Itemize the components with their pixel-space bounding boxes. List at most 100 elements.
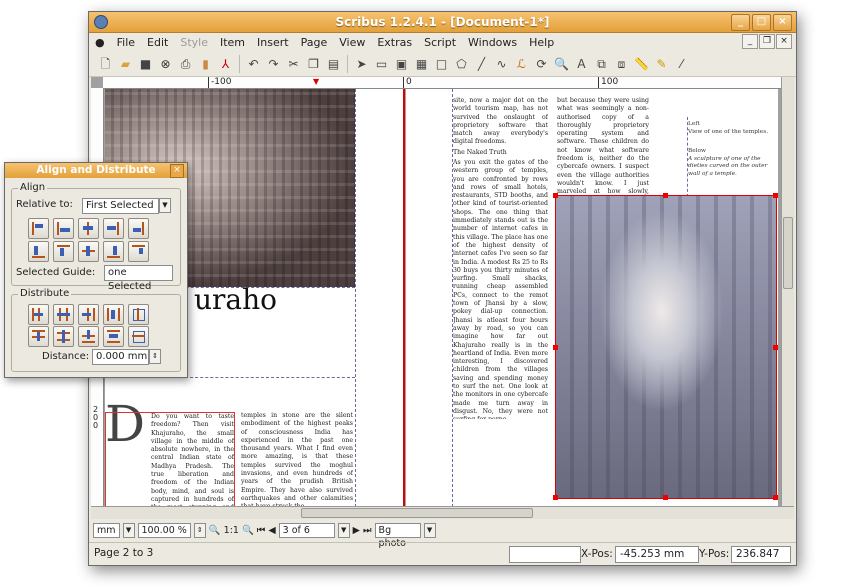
freehand-icon[interactable]: ℒ <box>513 56 530 73</box>
last-page-icon[interactable]: ⏭ <box>363 525 372 536</box>
text-column-1[interactable]: Do you want to taste freedom? Then visit… <box>105 412 235 507</box>
menu-style[interactable]: Style <box>174 36 214 49</box>
resize-handle[interactable] <box>553 495 558 500</box>
chevron-down-icon[interactable]: ▼ <box>159 198 171 213</box>
copy-properties-icon[interactable]: ✎ <box>653 56 670 73</box>
selected-guide-field[interactable]: one Selected <box>104 265 173 292</box>
save-icon[interactable]: ■ <box>137 56 154 73</box>
close-icon[interactable]: × <box>170 164 184 178</box>
paste-icon[interactable]: ▤ <box>325 56 342 73</box>
resize-handle[interactable] <box>553 193 558 198</box>
mdi-minimize-button[interactable]: _ <box>742 34 758 49</box>
distribute-bottom-button[interactable] <box>78 326 99 347</box>
edit-text-icon[interactable]: Ａ <box>573 56 590 73</box>
copy-icon[interactable]: ❐ <box>305 56 322 73</box>
scroll-thumb[interactable] <box>783 217 793 289</box>
menu-page[interactable]: Page <box>295 36 334 49</box>
stepper-icon[interactable]: ⇕ <box>149 349 161 364</box>
unit-select[interactable]: mm <box>93 522 120 538</box>
layer-select[interactable]: Bg photo <box>374 522 421 549</box>
mdi-close-button[interactable]: × <box>776 34 792 49</box>
image-frame-icon[interactable]: ▣ <box>393 56 410 73</box>
align-center-h-button[interactable] <box>78 218 99 239</box>
resize-handle[interactable] <box>773 495 778 500</box>
chevron-down-icon[interactable]: ▼ <box>122 522 135 538</box>
text-column-4-top[interactable]: but because they were using what was see… <box>557 97 649 195</box>
polygon-icon[interactable]: ⬠ <box>453 56 470 73</box>
distribute-center-h-button[interactable] <box>53 304 74 325</box>
caption-frame[interactable]: Left View of one of the temples. Below A… <box>688 121 776 201</box>
minimize-button[interactable]: _ <box>731 14 750 31</box>
menu-script[interactable]: Script <box>418 36 462 49</box>
menu-extras[interactable]: Extras <box>371 36 418 49</box>
stepper-icon[interactable]: ⇕ <box>193 522 206 538</box>
export-pdf-icon[interactable]: ⅄ <box>217 56 234 73</box>
align-center-v-button[interactable] <box>78 241 99 262</box>
close-document-icon[interactable]: ⊗ <box>157 56 174 73</box>
page-field[interactable]: 3 of 6 <box>278 522 335 538</box>
resize-handle[interactable] <box>663 193 668 198</box>
redo-icon[interactable]: ↷ <box>265 56 282 73</box>
preflight-icon[interactable]: ▮ <box>197 56 214 73</box>
text-column-3-heading[interactable]: The Naked Truth <box>453 149 548 159</box>
menu-insert[interactable]: Insert <box>251 36 295 49</box>
align-right-sides-button[interactable] <box>103 218 124 239</box>
text-frame-icon[interactable]: ▭ <box>373 56 390 73</box>
scroll-thumb[interactable] <box>301 508 533 518</box>
relative-to-select[interactable]: First Selected <box>82 198 159 214</box>
menu-item[interactable]: Item <box>214 36 251 49</box>
undo-icon[interactable]: ↶ <box>245 56 262 73</box>
previous-page-icon[interactable]: ◀ <box>268 525 275 536</box>
align-top-sides-button[interactable] <box>53 241 74 262</box>
horizontal-scrollbar[interactable] <box>91 506 794 519</box>
resize-handle[interactable] <box>553 345 558 350</box>
shape-icon[interactable]: □ <box>433 56 450 73</box>
chevron-down-icon[interactable]: ▼ <box>423 522 436 538</box>
link-frames-icon[interactable]: ⧉ <box>593 56 610 73</box>
zoom-in-icon[interactable]: 🔍 <box>242 525 254 536</box>
align-top-button[interactable] <box>28 241 49 262</box>
align-bottom-button[interactable] <box>128 241 149 262</box>
measure-icon[interactable]: 📏 <box>633 56 650 73</box>
menu-edit[interactable]: Edit <box>141 36 174 49</box>
close-button[interactable]: × <box>773 14 792 31</box>
distribute-center-v-button[interactable] <box>53 326 74 347</box>
menu-file[interactable]: File <box>111 36 141 49</box>
bezier-icon[interactable]: ∿ <box>493 56 510 73</box>
distribute-spacing-h-button[interactable] <box>103 304 124 325</box>
document-menu-icon[interactable]: ● <box>89 36 111 49</box>
distribute-top-button[interactable] <box>28 326 49 347</box>
resize-handle[interactable] <box>663 495 668 500</box>
text-column-3-body[interactable]: As you exit the gates of the western gro… <box>453 159 548 419</box>
article-title-fragment[interactable]: uraho <box>194 283 277 316</box>
cut-icon[interactable]: ✂ <box>285 56 302 73</box>
print-icon[interactable]: ⎙ <box>177 56 194 73</box>
resize-handle[interactable] <box>773 193 778 198</box>
rotate-icon[interactable]: ⟳ <box>533 56 550 73</box>
text-column-3-top[interactable]: site, now a major dot on the world touri… <box>453 97 548 145</box>
distribute-left-button[interactable] <box>28 304 49 325</box>
sculpture-photo[interactable] <box>555 195 777 499</box>
select-icon[interactable]: ➤ <box>353 56 370 73</box>
zoom-out-icon[interactable]: 🔍 <box>209 525 221 536</box>
zoom-icon[interactable]: 🔍 <box>553 56 570 73</box>
table-icon[interactable]: ▦ <box>413 56 430 73</box>
menu-help[interactable]: Help <box>523 36 560 49</box>
maximize-button[interactable]: □ <box>752 14 771 31</box>
new-document-icon[interactable]: 🗋 <box>97 56 114 73</box>
distribute-spacing-v-button[interactable] <box>103 326 124 347</box>
chevron-down-icon[interactable]: ▼ <box>337 522 350 538</box>
line-icon[interactable]: ╱ <box>473 56 490 73</box>
next-page-icon[interactable]: ▶ <box>353 525 360 536</box>
distribute-page-v-button[interactable] <box>128 326 149 347</box>
eyedropper-icon[interactable]: ⁄ <box>673 56 690 73</box>
align-left-sides-button[interactable] <box>53 218 74 239</box>
menu-view[interactable]: View <box>333 36 371 49</box>
dialog-title[interactable]: Align and Distribute <box>5 163 187 178</box>
resize-handle[interactable] <box>773 345 778 350</box>
zoom-one-to-one[interactable]: 1:1 <box>224 525 239 536</box>
unlink-frames-icon[interactable]: ⧈ <box>613 56 630 73</box>
align-right-button[interactable] <box>128 218 149 239</box>
open-folder-icon[interactable]: ▰ <box>117 56 134 73</box>
vertical-scrollbar[interactable] <box>781 77 794 507</box>
